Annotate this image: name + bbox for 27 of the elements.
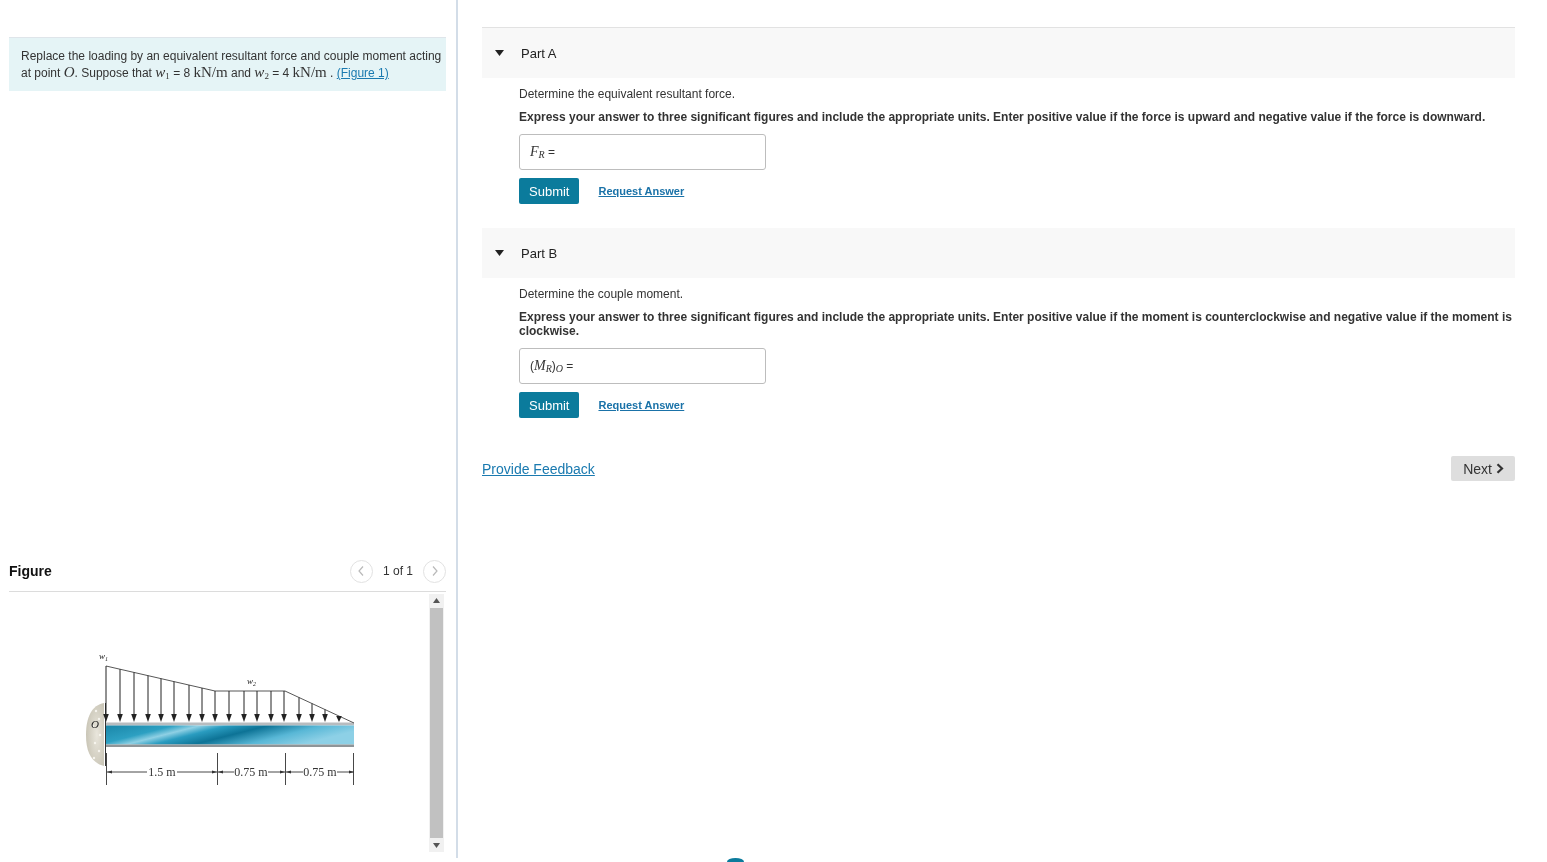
chevron-right-icon [431,566,438,576]
figure-title: Figure [9,563,52,579]
scrollbar[interactable] [429,594,444,852]
question-prompt: Determine the couple moment. [519,286,685,302]
scroll-down-icon[interactable] [433,843,440,848]
scroll-up-icon[interactable] [433,598,440,603]
answer-instruction: Express your answer to three significant figures and include the appropriate units. Enter positive value if the force is upward and negative value if the force is downward. [519,110,1487,124]
submit-button[interactable]: Submit [519,392,580,418]
part-header[interactable]: Part A [482,27,1515,78]
part-title: Part A [521,45,557,61]
beam-load-diagram: w$_{1}$ w$_{2}$ O 1.5 m 0.75 m 0.75 m [80,645,365,790]
chevron-right-icon [1496,463,1504,474]
part-header[interactable]: Part B [482,228,1515,278]
next-button[interactable]: Next [1451,456,1515,481]
answer-instruction: Express your answer to three significant figures and include the appropriate units. Enter positive value if the moment is counterclockwise and negative value if the moment is clockwise. [519,310,1513,338]
provide-feedback-link[interactable]: Provide Feedback [482,460,595,477]
figure-page-count: 1 of 1 [382,564,413,578]
answer-field[interactable]: F$_{R}$ = [519,134,766,170]
answer-field[interactable]: (M$_{R}$)$_{O}$ = [519,348,766,384]
submit-button[interactable]: Submit [519,178,580,204]
chevron-left-icon [358,566,365,576]
problem-statement: Replace the loading by an equivalent resultant force and couple moment acting at point O. Suppose that w$_{1}$ = 8 kN/m and w$_{2}$ = 4 kN/m . (Figure 1) [21,48,443,81]
request-answer-link[interactable]: Request Answer [598,399,685,411]
request-answer-link[interactable]: Request Answer [598,185,685,197]
part-title: Part B [521,245,558,261]
question-prompt: Determine the equivalent resultant force. [519,86,737,102]
figure-link[interactable]: (Figure 1) [336,66,389,80]
